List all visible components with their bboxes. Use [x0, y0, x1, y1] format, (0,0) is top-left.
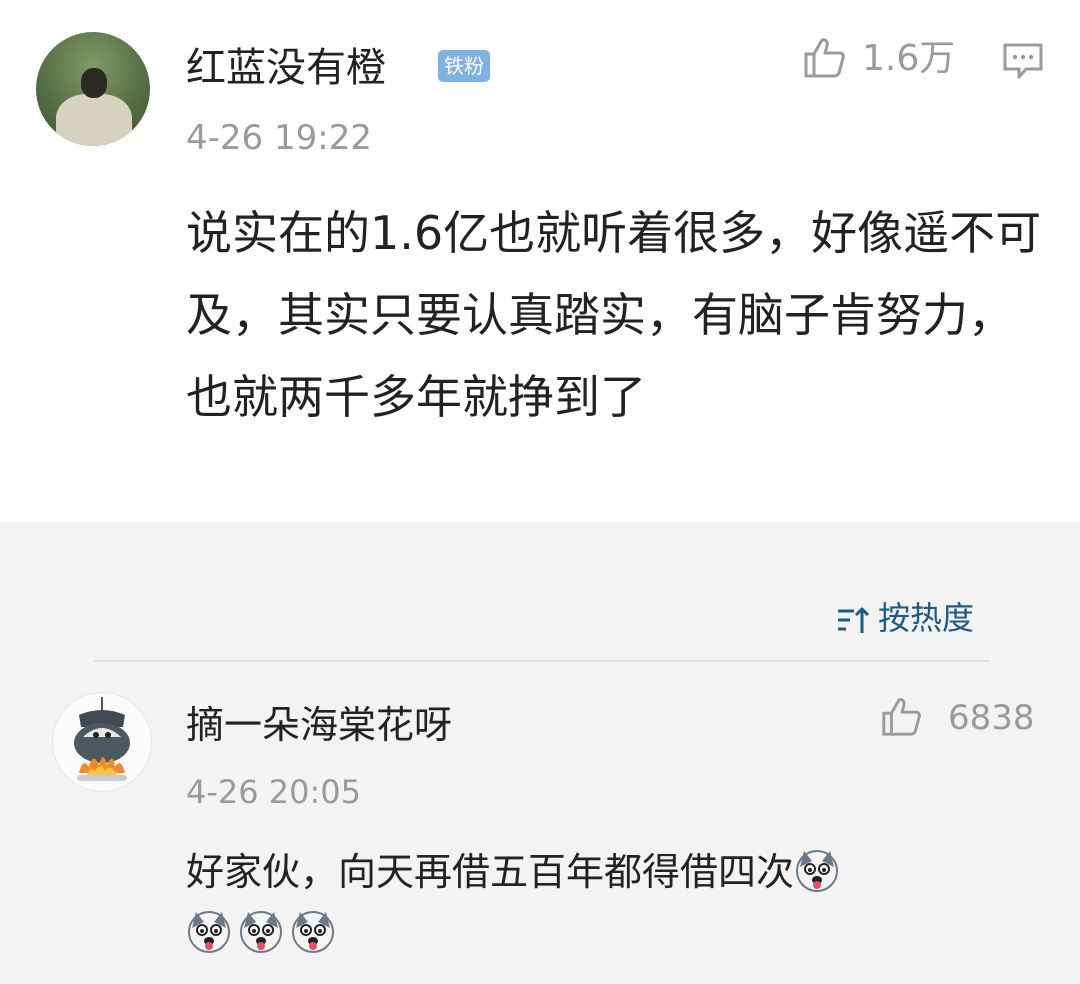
- reply-avatar[interactable]: [52, 692, 152, 792]
- like-count: 1.6万: [862, 38, 956, 79]
- husky-emoji-icon: [796, 850, 839, 892]
- thumbs-up-icon[interactable]: [802, 36, 846, 80]
- divider: [94, 660, 990, 662]
- thumbs-up-icon[interactable]: [880, 696, 922, 738]
- reply-text: 好家伙，向天再借五百年都得借四次: [186, 850, 795, 894]
- post-time: 4-26 19:22: [186, 118, 372, 158]
- author-name[interactable]: 红蓝没有橙: [186, 42, 386, 94]
- reply-time: 4-26 20:05: [186, 773, 362, 811]
- husky-emoji-icon: [292, 911, 334, 953]
- avatar[interactable]: [36, 32, 150, 146]
- reply-like-count: 6838: [948, 698, 1035, 738]
- husky-emoji-icon: [188, 911, 230, 953]
- husky-emoji-icon: [240, 911, 282, 953]
- comment-text: 说实在的1.6亿也就听着很多，好像遥不可及，其实只要认真踏实，有脑子肯努力，也就…: [186, 206, 1042, 424]
- emoji-row: [186, 908, 342, 954]
- reply-text-line: 好家伙，向天再借五百年都得借四次: [186, 846, 1046, 898]
- fan-badge: 铁粉: [438, 50, 490, 82]
- sort-label: 按热度: [878, 599, 975, 637]
- reply-author-name[interactable]: 摘一朵海棠花呀: [186, 700, 452, 750]
- comment-icon[interactable]: [1002, 42, 1044, 80]
- sort-icon: [838, 607, 870, 633]
- main-comment: 红蓝没有橙 铁粉 4-26 19:22 1.6万 说实在的1.6亿也就听着很多，…: [0, 0, 1080, 522]
- sort-by-hot-button[interactable]: 按热度: [836, 596, 974, 640]
